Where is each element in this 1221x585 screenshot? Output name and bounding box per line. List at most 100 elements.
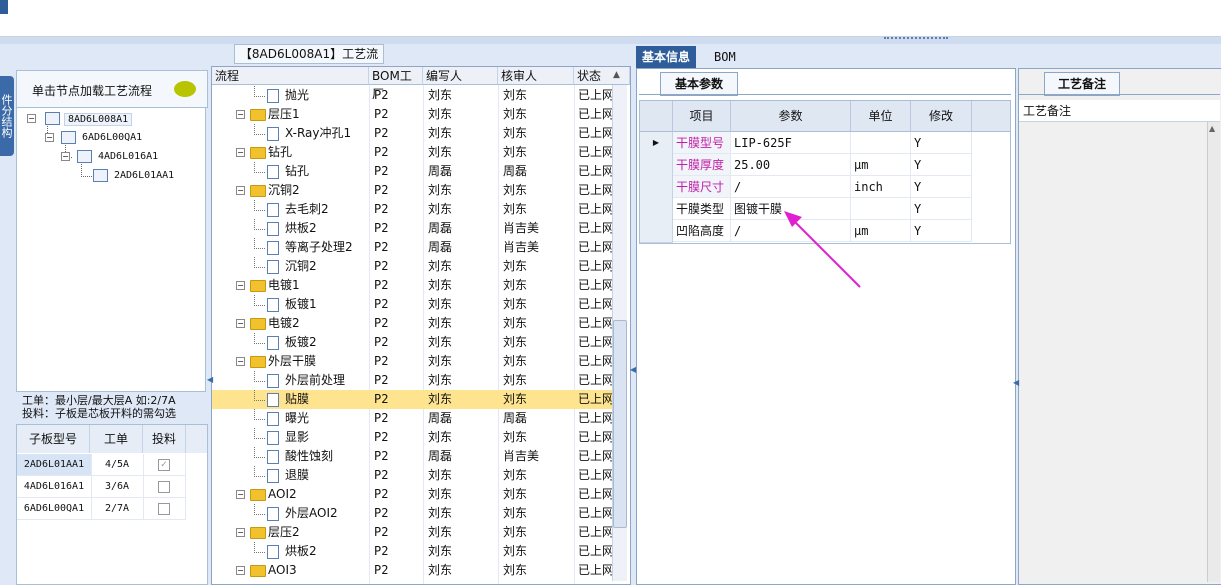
bom-factory-cell[interactable]: P2	[374, 504, 422, 523]
feed-checkbox-cell[interactable]	[143, 498, 186, 520]
status-cell[interactable]: 已上网	[578, 124, 612, 143]
tab-bom[interactable]: BOM	[708, 46, 742, 68]
status-cell[interactable]: 已上网	[578, 428, 612, 447]
process-name-cell[interactable]: 板镀2	[285, 333, 370, 352]
reviewer-cell[interactable]: 刘东	[503, 504, 569, 523]
row-indicator[interactable]	[640, 220, 673, 243]
writer-cell[interactable]: 刘东	[428, 485, 494, 504]
writer-cell[interactable]: 刘东	[428, 523, 494, 542]
writer-cell[interactable]: 刘东	[428, 295, 494, 314]
collapse-icon[interactable]: −	[236, 357, 245, 366]
process-row[interactable]: 去毛刺2 P2 刘东 刘东 已上网	[212, 200, 612, 219]
process-name-cell[interactable]: 层压2	[268, 523, 370, 542]
collapse-icon[interactable]: −	[45, 133, 54, 142]
param-item-cell[interactable]: 干膜尺寸	[673, 176, 731, 198]
reviewer-cell[interactable]: 刘东	[503, 124, 569, 143]
bom-factory-cell[interactable]: P2	[374, 295, 422, 314]
process-name-cell[interactable]: 显影	[285, 428, 370, 447]
row-indicator[interactable]	[640, 154, 673, 177]
writer-cell[interactable]: 刘东	[428, 542, 494, 561]
bom-factory-cell[interactable]: P2	[374, 200, 422, 219]
reviewer-cell[interactable]: 刘东	[503, 523, 569, 542]
process-row[interactable]: 酸性蚀刻 P2 周磊 肖吉美 已上网	[212, 447, 612, 466]
process-name-cell[interactable]: 层压1	[268, 105, 370, 124]
reviewer-cell[interactable]: 刘东	[503, 200, 569, 219]
col-header-bom-factory[interactable]: BOM工厂	[369, 67, 423, 101]
bom-factory-cell[interactable]: P2	[374, 276, 422, 295]
collapse-icon[interactable]: −	[236, 490, 245, 499]
reviewer-cell[interactable]: 刘东	[503, 333, 569, 352]
status-cell[interactable]: 已上网	[578, 333, 612, 352]
bom-factory-cell[interactable]: P2	[374, 466, 422, 485]
writer-cell[interactable]: 周磊	[428, 219, 494, 238]
note-scrollbar[interactable]: ▲	[1207, 122, 1220, 582]
col-header-unit[interactable]: 单位	[851, 101, 911, 132]
process-row[interactable]: − AOI2 P2 刘东 刘东 已上网	[212, 485, 612, 504]
col-header-edit[interactable]: 修改	[911, 101, 972, 132]
right-splitter-arrow-icon[interactable]: ◀	[1013, 378, 1019, 387]
bom-factory-cell[interactable]: P2	[374, 561, 422, 580]
feed-checkbox[interactable]	[158, 480, 170, 493]
writer-cell[interactable]: 刘东	[428, 124, 494, 143]
status-cell[interactable]: 已上网	[578, 143, 612, 162]
reviewer-cell[interactable]: 刘东	[503, 105, 569, 124]
process-row[interactable]: 退膜 P2 刘东 刘东 已上网	[212, 466, 612, 485]
process-row[interactable]: − 沉铜2 P2 刘东 刘东 已上网	[212, 181, 612, 200]
feed-checkbox-cell[interactable]	[143, 476, 186, 498]
bom-factory-cell[interactable]: P2	[374, 485, 422, 504]
status-cell[interactable]: 已上网	[578, 238, 612, 257]
feed-checkbox[interactable]	[158, 502, 170, 515]
bom-factory-cell[interactable]: P2	[374, 333, 422, 352]
writer-cell[interactable]: 刘东	[428, 504, 494, 523]
writer-cell[interactable]: 周磊	[428, 447, 494, 466]
process-name-cell[interactable]: 烘板2	[285, 542, 370, 561]
scroll-up-icon[interactable]: ▲	[613, 70, 620, 80]
status-cell[interactable]: 已上网	[578, 219, 612, 238]
collapse-icon[interactable]: −	[236, 110, 245, 119]
feed-checkbox[interactable]: ✓	[158, 458, 170, 471]
col-header-model[interactable]: 子板型号	[17, 425, 90, 453]
col-header-order[interactable]: 工单	[90, 425, 143, 453]
bom-factory-cell[interactable]: P2	[374, 238, 422, 257]
process-row[interactable]: 沉铜2 P2 刘东 刘东 已上网	[212, 257, 612, 276]
bom-factory-cell[interactable]: P2	[374, 428, 422, 447]
writer-cell[interactable]: 刘东	[428, 200, 494, 219]
row-indicator[interactable]	[640, 198, 673, 221]
collapse-icon[interactable]: −	[27, 114, 36, 123]
process-name-cell[interactable]: 贴膜	[285, 390, 370, 409]
process-row[interactable]: 板镀1 P2 刘东 刘东 已上网	[212, 295, 612, 314]
writer-cell[interactable]: 刘东	[428, 257, 494, 276]
process-name-cell[interactable]: 等离子处理2	[285, 238, 370, 257]
param-item-cell[interactable]: 干膜型号	[673, 132, 731, 154]
writer-cell[interactable]: 刘东	[428, 466, 494, 485]
bom-factory-cell[interactable]: P2	[374, 523, 422, 542]
horizontal-splitter[interactable]	[0, 37, 1221, 44]
bom-factory-cell[interactable]: P2	[374, 86, 422, 105]
process-name-cell[interactable]: AOI2	[268, 485, 370, 504]
status-cell[interactable]: 已上网	[578, 371, 612, 390]
process-name-cell[interactable]: 抛光	[285, 86, 370, 105]
reviewer-cell[interactable]: 刘东	[503, 276, 569, 295]
reviewer-cell[interactable]: 刘东	[503, 561, 569, 580]
bom-factory-cell[interactable]: P2	[374, 143, 422, 162]
param-edit-cell[interactable]: Y	[911, 220, 972, 242]
tree-node-level1[interactable]: 6AD6L00QA1	[82, 132, 142, 143]
sub-model-cell[interactable]: 6AD6L00QA1	[17, 498, 92, 520]
bom-factory-cell[interactable]: P2	[374, 542, 422, 561]
writer-cell[interactable]: 刘东	[428, 352, 494, 371]
process-row[interactable]: 贴膜 P2 刘东 刘东 已上网	[212, 390, 612, 409]
writer-cell[interactable]: 刘东	[428, 86, 494, 105]
status-cell[interactable]: 已上网	[578, 86, 612, 105]
process-name-cell[interactable]: X-Ray冲孔1	[285, 124, 370, 143]
param-edit-cell[interactable]: Y	[911, 154, 972, 176]
status-cell[interactable]: 已上网	[578, 409, 612, 428]
param-item-cell[interactable]: 干膜厚度	[673, 154, 731, 176]
reviewer-cell[interactable]: 刘东	[503, 257, 569, 276]
writer-cell[interactable]: 刘东	[428, 561, 494, 580]
status-cell[interactable]: 已上网	[578, 181, 612, 200]
sub-model-cell[interactable]: 2AD6L01AA1	[17, 454, 92, 476]
reviewer-cell[interactable]: 刘东	[503, 390, 569, 409]
writer-cell[interactable]: 周磊	[428, 238, 494, 257]
process-row[interactable]: 烘板2 P2 刘东 刘东 已上网	[212, 542, 612, 561]
tab-basic-params[interactable]: 基本参数	[660, 72, 738, 96]
